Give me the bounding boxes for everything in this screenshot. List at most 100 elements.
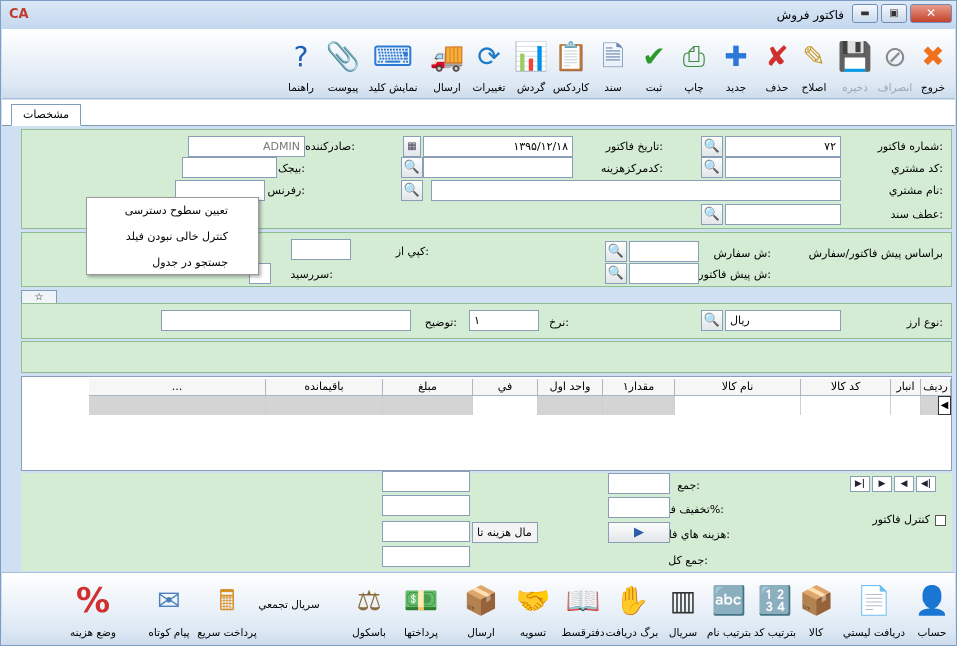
doc-ref-field[interactable]	[725, 204, 841, 225]
title-bar: CA فاکتور فروش ▬ ▣ ✕	[1, 1, 956, 29]
bottom-button-7[interactable]: 📖 دفترقسط	[559, 575, 607, 643]
toolbar-button-6[interactable]: ⎙ چاپ	[675, 31, 713, 97]
bottom-button-9[interactable]: 📦 ارسال	[453, 575, 509, 643]
customer-name-field[interactable]	[431, 180, 841, 201]
context-menu-item[interactable]: جستجو در جدول	[87, 250, 258, 276]
grid-col-more[interactable]: ...	[89, 379, 266, 396]
tab-specifications[interactable]: مشخصات	[11, 104, 81, 126]
grid-col-price[interactable]: في	[473, 379, 538, 396]
grid-cell[interactable]	[801, 396, 891, 415]
toolbar-button-label: راهنما	[288, 82, 314, 94]
currency-type-field[interactable]: ریال	[725, 310, 841, 331]
proforma-no-search-icon[interactable]: 🔍	[605, 263, 627, 284]
bottom-button-0[interactable]: 👤 حساب	[911, 575, 953, 643]
bottom-button-12[interactable]: سریال تجمعي	[258, 575, 319, 643]
currency-type-label: نوع ارز:	[906, 316, 943, 329]
bottom-button-14[interactable]: ✉ پیام کوتاه	[141, 575, 197, 643]
toolbar-button-7[interactable]: ✔ ثبت	[635, 31, 673, 97]
toolbar-button-1[interactable]: ⊘ انصراف	[877, 31, 913, 97]
print-icon: ⎙	[682, 40, 706, 73]
toolbar-button-5[interactable]: ✚ جدید	[717, 31, 755, 97]
copy-from-field[interactable]	[291, 239, 351, 260]
grid-col-row[interactable]: ردیف	[921, 379, 951, 396]
order-no-search-icon[interactable]: 🔍	[605, 241, 627, 262]
toolbar-button-2[interactable]: 💾 ذخیره	[835, 31, 875, 97]
grid-col-qty1[interactable]: مقدار۱	[603, 379, 675, 396]
cost-center-field[interactable]	[423, 157, 573, 178]
grid-cell[interactable]	[473, 396, 538, 415]
close-button[interactable]: ✕	[910, 4, 952, 23]
bottom-button-10[interactable]: 💵 پرداختها	[399, 575, 443, 643]
items-grid[interactable]: ردیف انبار کد کالا نام کالا مقدار۱ واحد …	[21, 376, 952, 471]
bottom-button-1[interactable]: 📄 دریافت لیستي	[841, 575, 907, 643]
bottom-button-11[interactable]: ⚖ باسکول	[343, 575, 395, 643]
costs-play-button[interactable]: ▶	[608, 522, 670, 543]
toolbar-button-label: حذف	[765, 82, 789, 94]
grid-cell[interactable]	[538, 396, 603, 415]
toolbar-button-label: خروج	[920, 82, 946, 94]
maximize-button[interactable]: ▣	[881, 4, 907, 23]
toolbar-button-11[interactable]: ⟳ تغییرات	[469, 31, 509, 97]
bottom-button-4[interactable]: 🔤 بترتیب نام	[707, 575, 751, 643]
customer-name-label: نام مشتري:	[888, 184, 943, 197]
bottom-button-8[interactable]: 🤝 تسویه	[511, 575, 555, 643]
toolbar-button-15[interactable]: ? راهنما	[281, 31, 321, 97]
grid-cell[interactable]	[266, 396, 383, 415]
nav-prev-icon[interactable]: ◀	[894, 476, 914, 492]
bijak-field[interactable]	[182, 157, 277, 178]
costs-detail-button[interactable]: مال هزینه تا	[472, 522, 538, 543]
grid-col-remaining[interactable]: باقیمانده	[266, 379, 383, 396]
grid-col-item-code[interactable]: کد کالا	[801, 379, 891, 396]
app-logo: CA	[9, 7, 29, 22]
customer-name-search-icon[interactable]: 🔍	[401, 180, 423, 201]
grid-col-item-name[interactable]: نام کالا	[675, 379, 801, 396]
nav-next-icon[interactable]: ▶	[872, 476, 892, 492]
toolbar-button-3[interactable]: ✎ اصلاح	[795, 31, 833, 97]
bottom-button-15[interactable]: % وضع هزینه	[65, 575, 121, 643]
grid-col-amount[interactable]: مبلغ	[383, 379, 473, 396]
grid-cell[interactable]	[921, 396, 938, 415]
grid-cell[interactable]	[603, 396, 675, 415]
toolbar-button-12[interactable]: 🚚 ارسال	[427, 31, 467, 97]
bottom-button-5[interactable]: ▥ سریال	[661, 575, 705, 643]
invoice-control-checkbox[interactable]	[935, 515, 946, 526]
bottom-button-6[interactable]: ✋ برگ دریافت	[606, 575, 659, 643]
toolbar-button-10[interactable]: 📊 گردش	[513, 31, 549, 97]
toolbar-button-0[interactable]: ✖ خروج	[915, 31, 951, 97]
toolbar-button-4[interactable]: ✘ حذف	[759, 31, 795, 97]
invoice-no-field[interactable]: ۷۲	[725, 136, 841, 157]
invoice-no-search-icon[interactable]: 🔍	[701, 136, 723, 157]
customer-code-search-icon[interactable]: 🔍	[701, 157, 723, 178]
bottom-button-13[interactable]: 🖩 پرداخت سریع	[197, 575, 257, 643]
turnover-chart-icon: 📊	[513, 40, 549, 73]
description-field[interactable]	[161, 310, 411, 331]
proforma-no-field[interactable]	[629, 263, 699, 284]
grid-col-warehouse[interactable]: انبار	[891, 379, 921, 396]
order-no-field[interactable]	[629, 241, 699, 262]
toolbar-button-14[interactable]: 📎 پیوست	[325, 31, 361, 97]
discount-field[interactable]	[608, 497, 670, 518]
grid-cell[interactable]	[383, 396, 473, 415]
register-icon: ✔	[642, 40, 666, 73]
context-menu-item[interactable]: کنترل خالی نبودن فیلد	[87, 224, 258, 250]
rate-field[interactable]: ۱	[469, 310, 539, 331]
toolbar-button-9[interactable]: 📋 کاردکس	[551, 31, 591, 97]
invoice-date-field[interactable]: ۱۳۹۵/۱۲/۱۸	[423, 136, 573, 157]
nav-last-icon[interactable]: ▶|	[850, 476, 870, 492]
customer-code-field[interactable]	[725, 157, 841, 178]
bottom-button-2[interactable]: 📦 کالا	[799, 575, 834, 643]
nav-first-icon[interactable]: ◀|	[916, 476, 936, 492]
doc-ref-search-icon[interactable]: 🔍	[701, 204, 723, 225]
grid-cell[interactable]	[675, 396, 801, 415]
context-menu-item[interactable]: تعیین سطوح دسترسی	[87, 198, 258, 224]
grid-cell[interactable]	[89, 396, 266, 415]
minimize-button[interactable]: ▬	[852, 4, 878, 23]
grid-cell[interactable]	[891, 396, 921, 415]
bottom-button-3[interactable]: 🔢 بترتیب کد	[753, 575, 797, 643]
toolbar-button-13[interactable]: ⌨ نمایش کلید	[365, 31, 421, 97]
grid-col-unit1[interactable]: واحد اول	[538, 379, 603, 396]
cost-center-search-icon[interactable]: 🔍	[401, 157, 423, 178]
calendar-icon[interactable]: ▦	[403, 136, 421, 157]
currency-search-icon[interactable]: 🔍	[701, 310, 723, 331]
toolbar-button-8[interactable]: 🗎 سند	[595, 31, 631, 97]
